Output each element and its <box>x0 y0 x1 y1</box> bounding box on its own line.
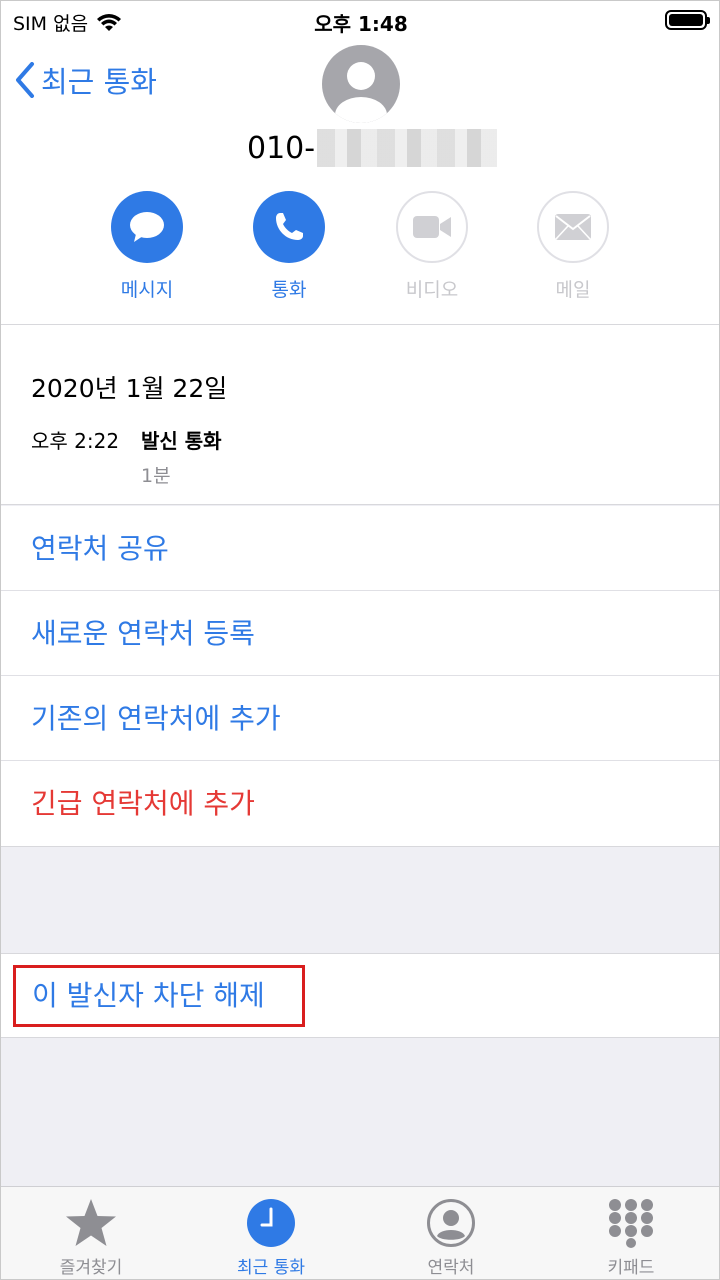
video-label: 비디오 <box>405 279 459 301</box>
back-button[interactable]: 최근 통화 <box>15 59 157 101</box>
share-contact-item[interactable]: 연락처 공유 <box>1 506 719 591</box>
mail-label: 메일 <box>555 279 591 301</box>
video-icon <box>413 216 451 238</box>
tab-contacts-label: 연락처 <box>427 1258 475 1278</box>
add-emergency-contact-item[interactable]: 긴급 연락처에 추가 <box>1 761 719 846</box>
call-label: 통화 <box>271 279 307 301</box>
unblock-caller-button[interactable]: 이 발신자 차단 해제 <box>13 965 305 1027</box>
tab-favorites[interactable]: 즐겨찾기 <box>21 1195 161 1278</box>
redacted-number <box>317 129 498 167</box>
tab-keypad-label: 키패드 <box>607 1258 655 1278</box>
message-label: 메시지 <box>120 279 174 301</box>
mail-icon <box>555 214 591 240</box>
status-time: 오후 1:48 <box>314 12 408 36</box>
contact-actions-list: 연락처 공유 새로운 연락처 등록 기존의 연락처에 추가 긴급 연락처에 추가 <box>1 506 719 847</box>
call-button[interactable]: 통화 <box>239 191 339 302</box>
status-bar: SIM 없음 오후 1:48 <box>1 1 719 41</box>
tab-bar: 즐겨찾기 최근 통화 연락처 키패드 <box>1 1186 719 1279</box>
call-duration: 1분 <box>141 465 171 487</box>
clock-icon <box>247 1199 295 1247</box>
phone-number: 010- <box>247 129 498 167</box>
call-type: 발신 통화 <box>141 429 222 453</box>
mail-button[interactable]: 메일 <box>523 191 623 302</box>
unblock-row: 이 발신자 차단 해제 <box>1 953 719 1038</box>
message-button[interactable]: 메시지 <box>97 191 197 302</box>
call-details: 2020년 1월 22일 오후 2:22 발신 통화 1분 <box>1 325 719 505</box>
tab-favorites-label: 즐겨찾기 <box>59 1258 123 1278</box>
back-label: 최근 통화 <box>41 65 157 99</box>
tab-keypad[interactable]: 키패드 <box>561 1195 701 1278</box>
star-icon <box>66 1199 116 1246</box>
tab-recents[interactable]: 최근 통화 <box>201 1195 341 1278</box>
keypad-icon <box>609 1199 653 1248</box>
contacts-icon <box>427 1199 475 1247</box>
action-buttons: 메시지 통화 비디오 메일 <box>1 191 719 302</box>
create-contact-item[interactable]: 새로운 연락처 등록 <box>1 591 719 676</box>
status-right <box>665 10 710 30</box>
chevron-left-icon <box>16 62 34 98</box>
tab-recents-label: 최근 통화 <box>237 1258 305 1278</box>
avatar <box>322 45 400 123</box>
video-button[interactable]: 비디오 <box>382 191 482 302</box>
call-time: 오후 2:22 <box>31 429 120 453</box>
message-icon <box>130 212 164 242</box>
tab-contacts[interactable]: 연락처 <box>381 1195 521 1278</box>
add-to-existing-item[interactable]: 기존의 연락처에 추가 <box>1 676 719 761</box>
battery-icon <box>665 10 710 30</box>
call-date: 2020년 1월 22일 <box>31 374 228 403</box>
phone-number-prefix: 010- <box>247 130 316 166</box>
phone-icon <box>276 213 303 240</box>
phone-screen: SIM 없음 오후 1:48 최근 통화 010- 메시지 통화 비디오 메일 … <box>0 0 720 1280</box>
contact-header: 최근 통화 010- 메시지 통화 비디오 메일 <box>1 41 719 325</box>
